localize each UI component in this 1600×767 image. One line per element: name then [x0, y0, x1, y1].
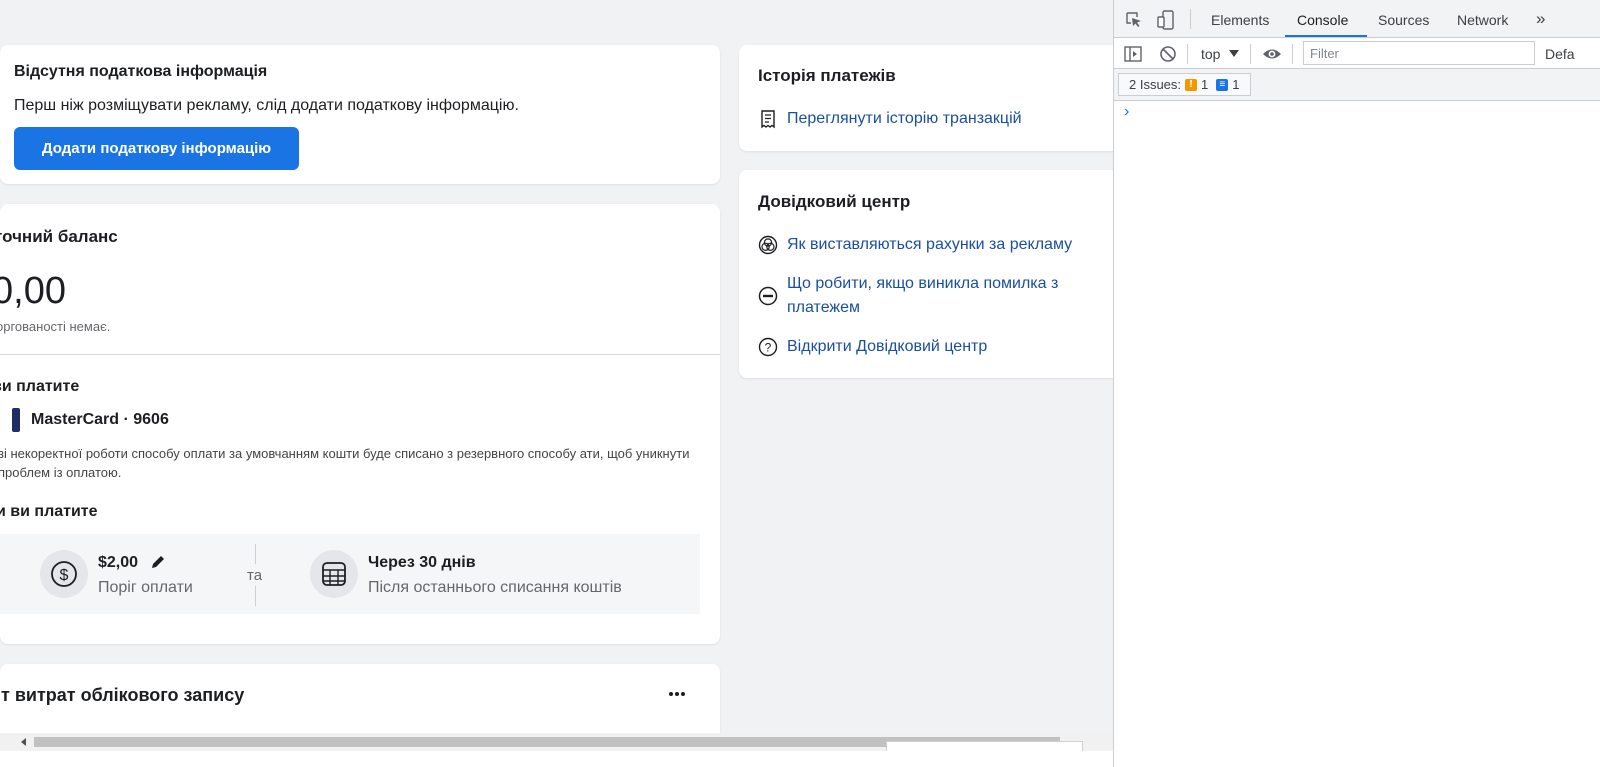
tax-info-text: Перш ніж розміщувати рекламу, слід додат…	[14, 97, 519, 114]
devtools-panel: Elements Console Sources Network » top D…	[1113, 0, 1600, 767]
tab-console[interactable]: Console	[1297, 12, 1348, 28]
tab-elements[interactable]: Elements	[1211, 12, 1269, 28]
account-spend-limit-card: іт витрат облікового запису	[0, 664, 720, 744]
toolbar-divider	[1292, 44, 1293, 64]
active-tab-indicator	[1285, 35, 1367, 37]
console-sidebar-icon[interactable]	[1124, 45, 1142, 63]
issues-counter-button[interactable]: 2 Issues: ! 1 ≡ 1	[1118, 73, 1251, 96]
tab-network[interactable]: Network	[1457, 12, 1508, 28]
minus-circle-icon	[758, 286, 778, 306]
card-brand-icon	[12, 408, 20, 432]
log-levels-dropdown[interactable]: Defa	[1545, 46, 1575, 62]
tax-info-title: Відсутня податкова інформація	[14, 63, 268, 80]
svg-text:?: ?	[765, 341, 772, 355]
more-dots-icon[interactable]	[667, 684, 687, 704]
payment-schedule-panel: $ $2,00 Поріг оплати та Через 30 днів Пі…	[0, 534, 700, 614]
panel-separator	[255, 586, 256, 606]
page-bottom-strip	[0, 751, 1113, 767]
receipt-icon	[761, 110, 775, 129]
payment-card-name[interactable]: MasterCard · 9606	[31, 411, 169, 429]
payment-method-title: ви платите	[0, 378, 80, 395]
spend-limit-title: іт витрат облікового запису	[0, 685, 245, 705]
balance-title: точний баланс	[0, 227, 118, 246]
payment-history-card: Історія платежів Переглянути історію тра…	[739, 45, 1113, 151]
add-tax-info-button[interactable]: Додати податкову інформацію	[14, 127, 299, 170]
scrollbar-overlay-box	[886, 741, 1083, 751]
toolbar-divider	[1250, 44, 1251, 64]
help-center-card: Довідковий центр Як виставляються рахунк…	[739, 170, 1113, 378]
pencil-icon[interactable]	[150, 554, 166, 570]
warning-badge-icon: !	[1185, 78, 1198, 91]
toolbar-divider	[1187, 44, 1188, 64]
divider	[0, 354, 720, 355]
balance-amount: 0,00	[0, 270, 66, 312]
open-help-center-link[interactable]: Відкрити Довідковий центр	[787, 335, 987, 359]
console-prompt-icon[interactable]: ›	[1124, 103, 1129, 121]
threshold-label: Поріг оплати	[98, 579, 193, 596]
billing-circles-icon	[758, 235, 778, 255]
console-toolbar: top Defa	[1114, 38, 1600, 69]
schedule-title: Через 30 днів	[368, 554, 476, 571]
more-tabs-chevron-icon[interactable]: »	[1536, 9, 1545, 29]
clear-console-icon[interactable]	[1159, 45, 1177, 63]
and-text: та	[247, 567, 263, 584]
balance-note: оргованості немає.	[0, 319, 111, 334]
live-expression-icon[interactable]	[1262, 46, 1282, 62]
ads-billing-page: Відсутня податкова інформація Перш ніж р…	[0, 0, 1113, 767]
context-selector[interactable]: top	[1201, 46, 1220, 62]
device-toolbar-icon[interactable]	[1157, 10, 1175, 30]
help-center-title: Довідковий центр	[758, 192, 911, 211]
toolbar-divider	[1190, 9, 1191, 29]
schedule-label: Після останнього списання коштів	[368, 579, 622, 596]
warning-count: 1	[1201, 77, 1209, 92]
payment-error-help-link[interactable]: Що робити, якщо виникла помилка з платеж…	[787, 272, 1107, 320]
issues-label: 2 Issues:	[1129, 77, 1182, 92]
current-balance-card: точний баланс 0,00 оргованості немає. ви…	[0, 204, 720, 644]
console-filter-input[interactable]	[1303, 41, 1535, 65]
tax-info-card: Відсутня податкова інформація Перш ніж р…	[0, 45, 720, 184]
tab-sources[interactable]: Sources	[1378, 12, 1429, 28]
horizontal-scrollbar[interactable]	[0, 733, 1113, 751]
scroll-left-arrow-icon[interactable]	[18, 736, 30, 748]
devtools-tab-bar: Elements Console Sources Network »	[1114, 0, 1600, 38]
when-you-pay-title: и ви платите	[0, 503, 98, 520]
issues-bar: 2 Issues: ! 1 ≡ 1	[1114, 69, 1600, 101]
how-billing-works-link[interactable]: Як виставляються рахунки за рекламу	[787, 233, 1072, 257]
payment-history-title: Історія платежів	[758, 66, 896, 85]
svg-text:$: $	[60, 567, 69, 584]
calendar-icon	[310, 550, 358, 598]
dollar-circle-icon: $	[40, 550, 88, 598]
payment-card-note: зі некоректної роботи способу оплати за …	[0, 446, 690, 480]
info-count: 1	[1232, 77, 1240, 92]
question-circle-icon: ?	[758, 337, 778, 357]
inspect-element-icon[interactable]	[1125, 11, 1143, 29]
info-badge-icon: ≡	[1216, 78, 1229, 91]
view-transaction-history-link[interactable]: Переглянути історію транзакцій	[787, 107, 1022, 131]
panel-separator	[255, 544, 256, 564]
caret-down-icon[interactable]	[1229, 50, 1239, 58]
threshold-amount: $2,00	[98, 554, 139, 571]
